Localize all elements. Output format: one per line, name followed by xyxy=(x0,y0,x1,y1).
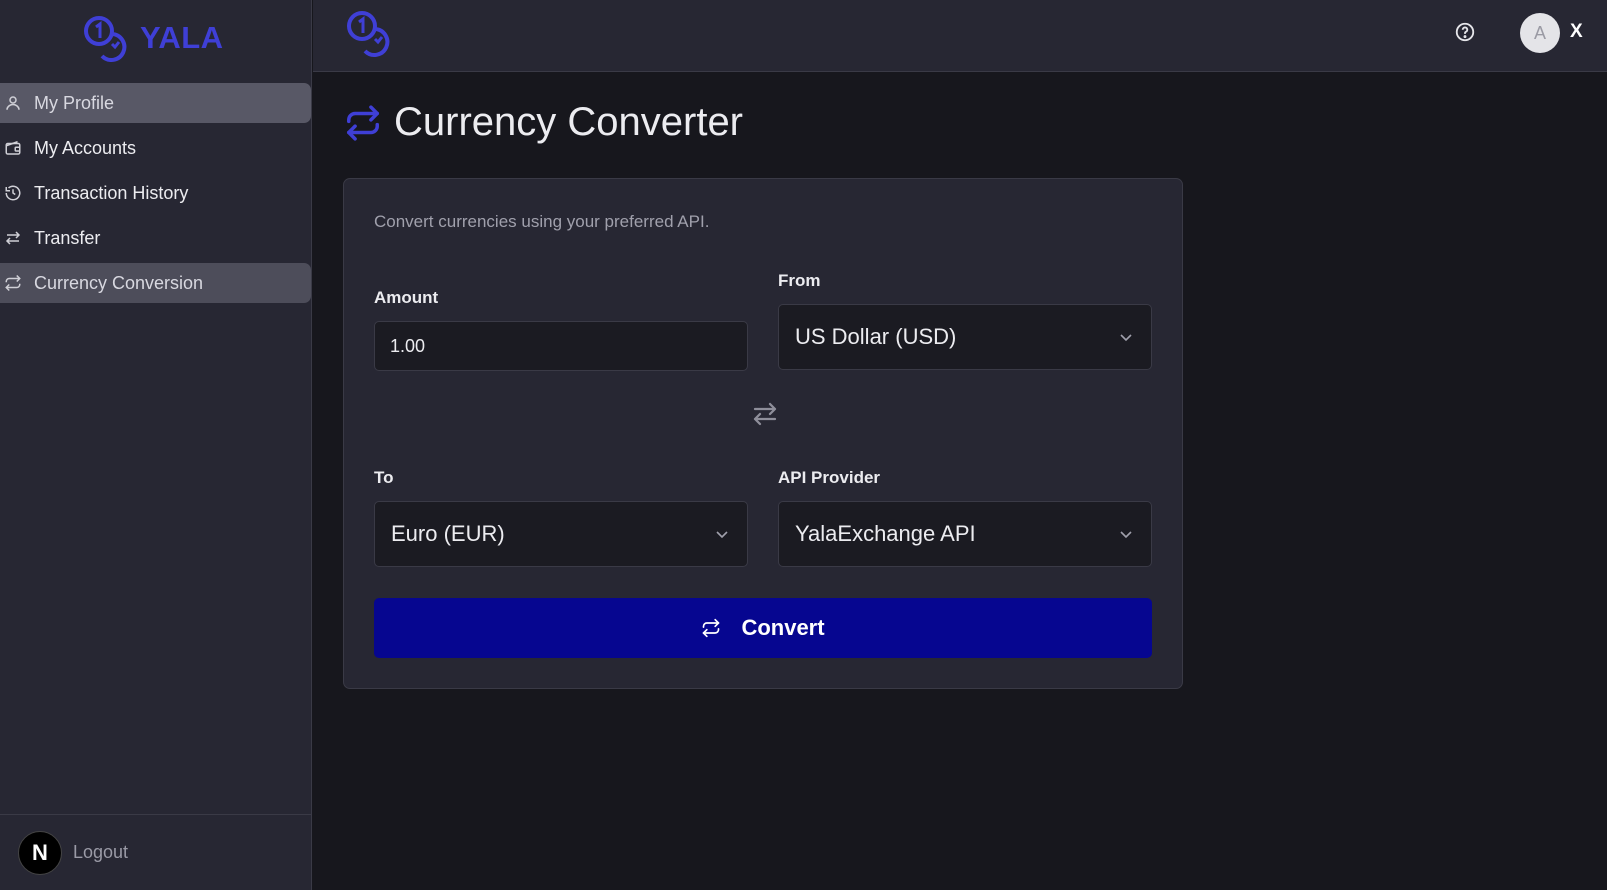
chevron-down-icon xyxy=(1120,531,1132,539)
transfer-arrows-icon xyxy=(4,229,22,247)
sidebar-item-my-accounts[interactable]: My Accounts xyxy=(0,128,311,168)
sidebar-item-label: My Profile xyxy=(34,92,115,113)
from-selected-value: US Dollar (USD) xyxy=(795,324,957,349)
to-currency-select[interactable]: Euro (EUR) xyxy=(374,501,748,567)
page-heading: Currency Converter xyxy=(344,100,743,145)
sidebar-nav: My Profile My Accounts Transaction Histo… xyxy=(0,83,312,308)
sidebar-item-label: Currency Conversion xyxy=(34,272,204,293)
amount-field[interactable] xyxy=(374,321,748,371)
convert-button[interactable]: Convert xyxy=(374,598,1152,658)
sidebar-item-label: Transfer xyxy=(34,227,101,248)
convert-button-label: Convert xyxy=(741,615,825,640)
sidebar-item-transaction-history[interactable]: Transaction History xyxy=(0,173,311,213)
wallet-icon xyxy=(4,139,22,157)
amount-label: Amount xyxy=(374,288,439,307)
from-label: From xyxy=(778,271,821,290)
page-title: Currency Converter xyxy=(394,100,744,144)
n-logo-icon: N xyxy=(18,830,62,875)
help-circle-icon[interactable] xyxy=(1454,21,1476,43)
sidebar-item-currency-conversion[interactable]: Currency Conversion xyxy=(0,263,311,303)
chevron-down-icon xyxy=(1120,334,1132,342)
user-initial[interactable]: X xyxy=(1570,21,1583,43)
from-currency-select[interactable]: US Dollar (USD) xyxy=(778,304,1152,370)
sidebar: YALA My Profile My Accounts Transaction … xyxy=(0,0,312,890)
top-bar: A X xyxy=(313,0,1607,72)
sidebar-item-label: Transaction History xyxy=(34,182,189,203)
chevron-down-icon xyxy=(716,531,728,539)
sidebar-footer: N Logout xyxy=(0,814,312,890)
history-icon xyxy=(4,184,22,202)
brand-name: YALA xyxy=(140,20,224,55)
sidebar-item-transfer[interactable]: Transfer xyxy=(0,218,311,258)
sidebar-item-my-profile[interactable]: My Profile xyxy=(0,83,311,123)
api-provider-select[interactable]: YalaExchange API xyxy=(778,501,1152,567)
swap-arrows-icon[interactable] xyxy=(750,399,780,429)
coins-icon[interactable] xyxy=(345,8,393,63)
avatar[interactable]: A xyxy=(1520,13,1560,53)
converter-card: Convert currencies using your preferred … xyxy=(343,178,1183,689)
user-icon xyxy=(4,94,22,112)
coins-icon xyxy=(84,16,127,62)
convert-arrows-icon xyxy=(347,104,379,141)
convert-arrows-icon xyxy=(703,618,720,638)
card-description: Convert currencies using your preferred … xyxy=(374,212,710,231)
sidebar-item-label: My Accounts xyxy=(34,137,137,158)
convert-arrows-icon xyxy=(4,274,22,292)
api-provider-selected-value: YalaExchange API xyxy=(795,521,976,546)
to-selected-value: Euro (EUR) xyxy=(391,521,505,546)
brand-logo[interactable]: YALA xyxy=(82,12,224,64)
logout-button[interactable]: Logout xyxy=(73,842,128,863)
to-label: To xyxy=(374,468,394,487)
amount-input[interactable] xyxy=(390,335,747,357)
api-provider-label: API Provider xyxy=(778,468,881,487)
